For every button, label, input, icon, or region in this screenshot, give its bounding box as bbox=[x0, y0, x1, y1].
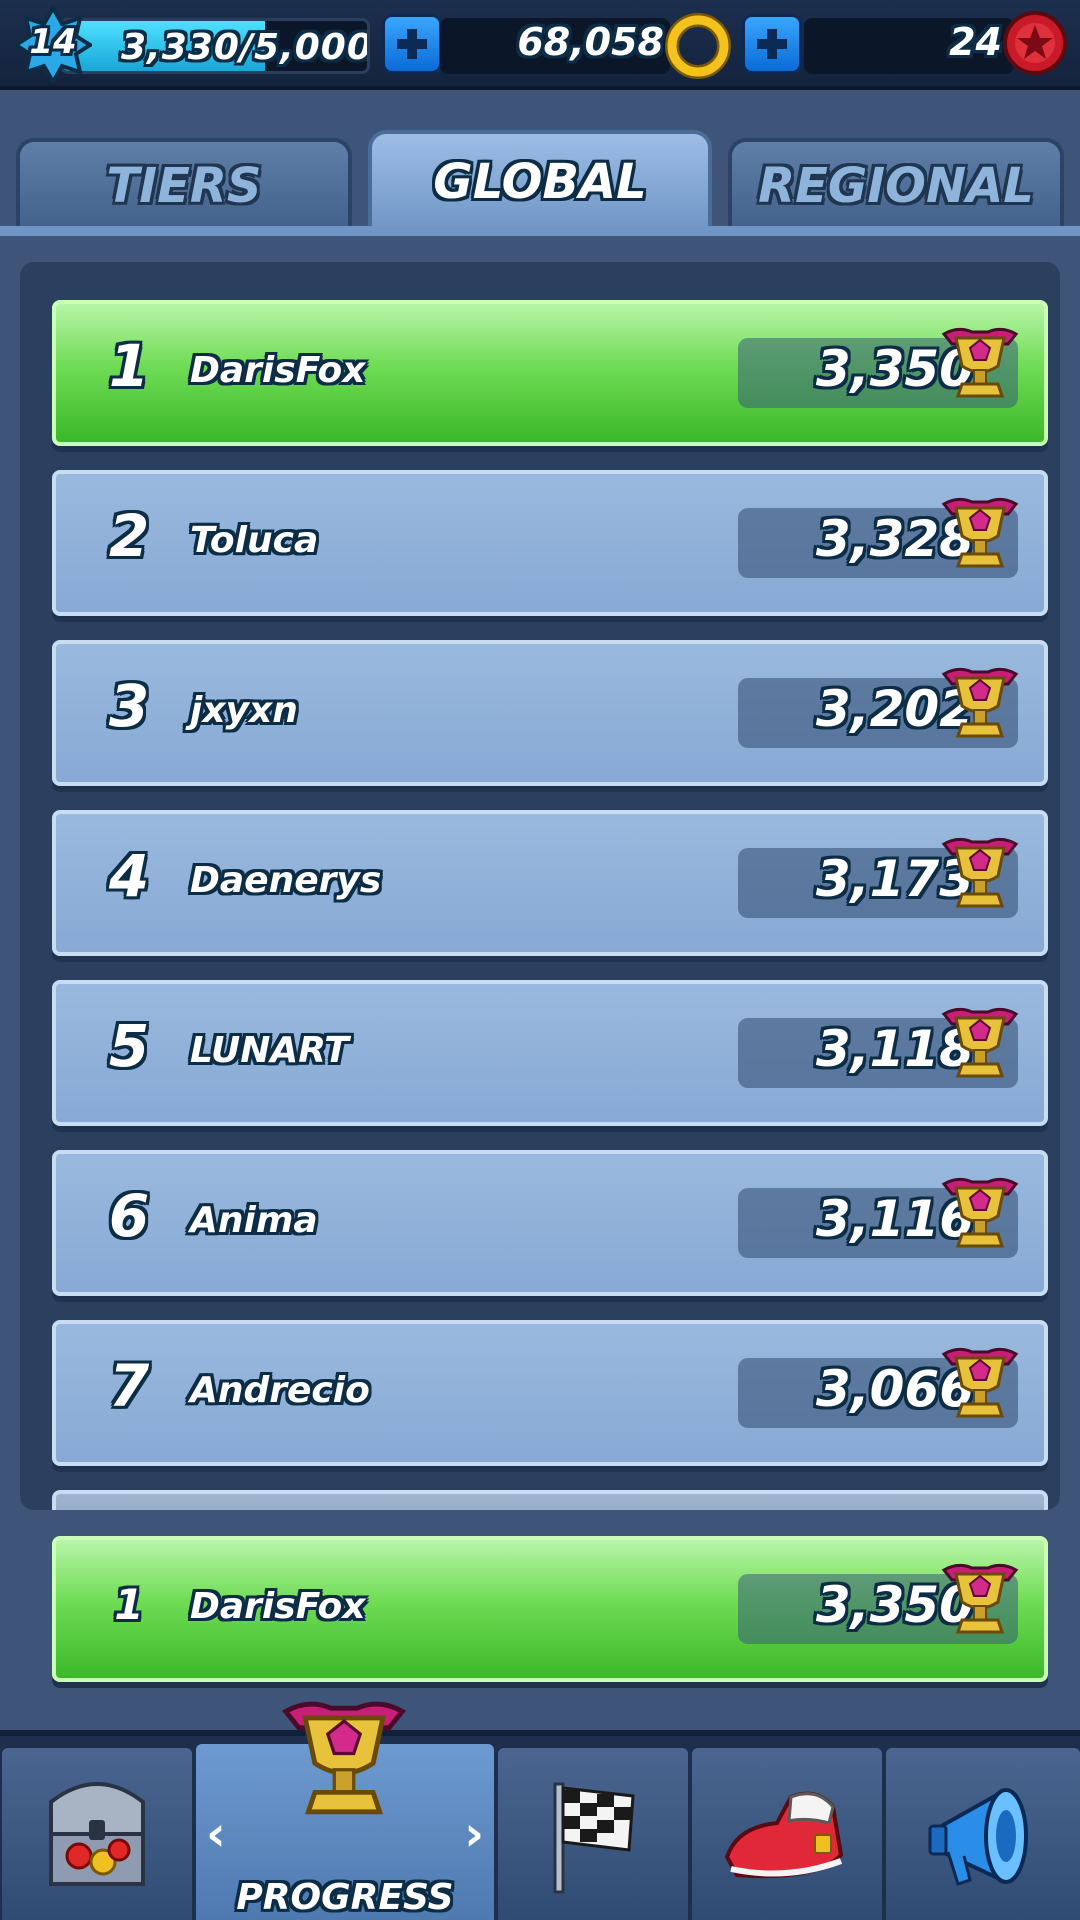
row-player-name: Andrecio bbox=[190, 1370, 370, 1411]
checkered-flag-icon bbox=[553, 1782, 635, 1894]
top-status-bar: 3,330/5,000 14 68,058 24 bbox=[0, 0, 1080, 90]
megaphone-icon bbox=[928, 1788, 1028, 1886]
nav-shoes[interactable] bbox=[692, 1748, 882, 1920]
row-rank: 2 bbox=[108, 502, 150, 570]
xp-text: 3,330/5,000 bbox=[121, 27, 370, 68]
row-rank: 6 bbox=[108, 1182, 150, 1250]
leaderboard-row[interactable]: 7 Andrecio 3,066 bbox=[52, 1320, 1048, 1466]
row-player-name: jxyxn bbox=[190, 690, 298, 731]
chevron-right-icon[interactable]: › bbox=[464, 1806, 484, 1862]
leaderboard-row[interactable]: 6 Anima 3,116 bbox=[52, 1150, 1048, 1296]
tab-global[interactable]: GLOBAL bbox=[368, 130, 712, 230]
row-rank: 3 bbox=[108, 672, 150, 740]
nav-news[interactable] bbox=[886, 1748, 1080, 1920]
trophy-icon bbox=[941, 1007, 1019, 1078]
buy-xp-button[interactable] bbox=[382, 14, 442, 74]
leaderboard-tabs: TIERS GLOBAL REGIONAL bbox=[0, 130, 1080, 230]
trophy-icon bbox=[282, 1701, 406, 1815]
leaderboard-row[interactable]: 4 Daenerys 3,173 bbox=[52, 810, 1048, 956]
row-player-name: DarisFox bbox=[190, 350, 366, 391]
tab-regional-label: REGIONAL bbox=[758, 158, 1034, 214]
leaderboard-row-partial[interactable] bbox=[52, 1490, 1048, 1510]
plus-icon bbox=[397, 29, 427, 59]
row-rank: 4 bbox=[108, 842, 150, 910]
player-rank-row[interactable]: 1 DarisFox 3,350 bbox=[52, 1536, 1048, 1682]
level-badge[interactable]: 14 bbox=[14, 6, 92, 84]
player-name: DarisFox bbox=[190, 1586, 366, 1627]
rings-count: 68,058 bbox=[517, 20, 664, 64]
leaderboard-row[interactable]: 1 DarisFox 3,350 bbox=[52, 300, 1048, 446]
row-player-name: LUNART bbox=[190, 1030, 349, 1071]
nav-progress-label: PROGRESS bbox=[236, 1877, 454, 1918]
tab-tiers-label: TIERS bbox=[106, 158, 262, 214]
player-rank: 1 bbox=[114, 1580, 144, 1629]
nav-treasure[interactable] bbox=[2, 1748, 192, 1920]
nav-race[interactable] bbox=[498, 1748, 688, 1920]
xp-progress-bar: 3,330/5,000 bbox=[60, 18, 370, 74]
buy-rings-button[interactable] bbox=[742, 14, 802, 74]
leaderboard-list[interactable]: 1 DarisFox 3,350 2 Toluca 3,328 3 jxyxn … bbox=[20, 262, 1060, 1510]
trophy-icon bbox=[941, 667, 1019, 738]
sneaker-icon bbox=[724, 1791, 844, 1879]
row-player-name: Toluca bbox=[190, 520, 319, 561]
bottom-navigation: ‹ › PROGRESS bbox=[0, 1701, 1080, 1920]
trophy-icon bbox=[941, 1347, 1019, 1418]
leaderboard-row[interactable]: 5 LUNART 3,118 bbox=[52, 980, 1048, 1126]
trophy-icon bbox=[941, 327, 1019, 398]
row-rank: 7 bbox=[108, 1352, 150, 1420]
tab-tiers[interactable]: TIERS bbox=[16, 138, 352, 230]
tab-regional[interactable]: REGIONAL bbox=[728, 138, 1064, 230]
trophy-icon bbox=[941, 497, 1019, 568]
red-star-count: 24 bbox=[949, 20, 1002, 64]
gold-ring-icon bbox=[665, 13, 731, 79]
trophy-icon bbox=[941, 1563, 1019, 1634]
tab-global-label: GLOBAL bbox=[433, 154, 647, 210]
treasure-chest-icon bbox=[49, 1782, 145, 1886]
tab-underline bbox=[0, 226, 1080, 236]
row-player-name: Daenerys bbox=[190, 860, 382, 901]
red-star-ring-icon bbox=[1003, 11, 1067, 75]
row-rank: 5 bbox=[108, 1012, 150, 1080]
row-player-name: Anima bbox=[190, 1200, 318, 1241]
leaderboard-row[interactable]: 3 jxyxn 3,202 bbox=[52, 640, 1048, 786]
nav-progress[interactable]: ‹ › PROGRESS bbox=[196, 1701, 494, 1920]
row-rank: 1 bbox=[108, 332, 150, 400]
chevron-left-icon[interactable]: ‹ bbox=[206, 1806, 226, 1862]
trophy-icon bbox=[941, 1177, 1019, 1248]
leaderboard-row[interactable]: 2 Toluca 3,328 bbox=[52, 470, 1048, 616]
level-number: 14 bbox=[29, 22, 77, 62]
trophy-icon bbox=[941, 837, 1019, 908]
plus-icon bbox=[757, 29, 787, 59]
